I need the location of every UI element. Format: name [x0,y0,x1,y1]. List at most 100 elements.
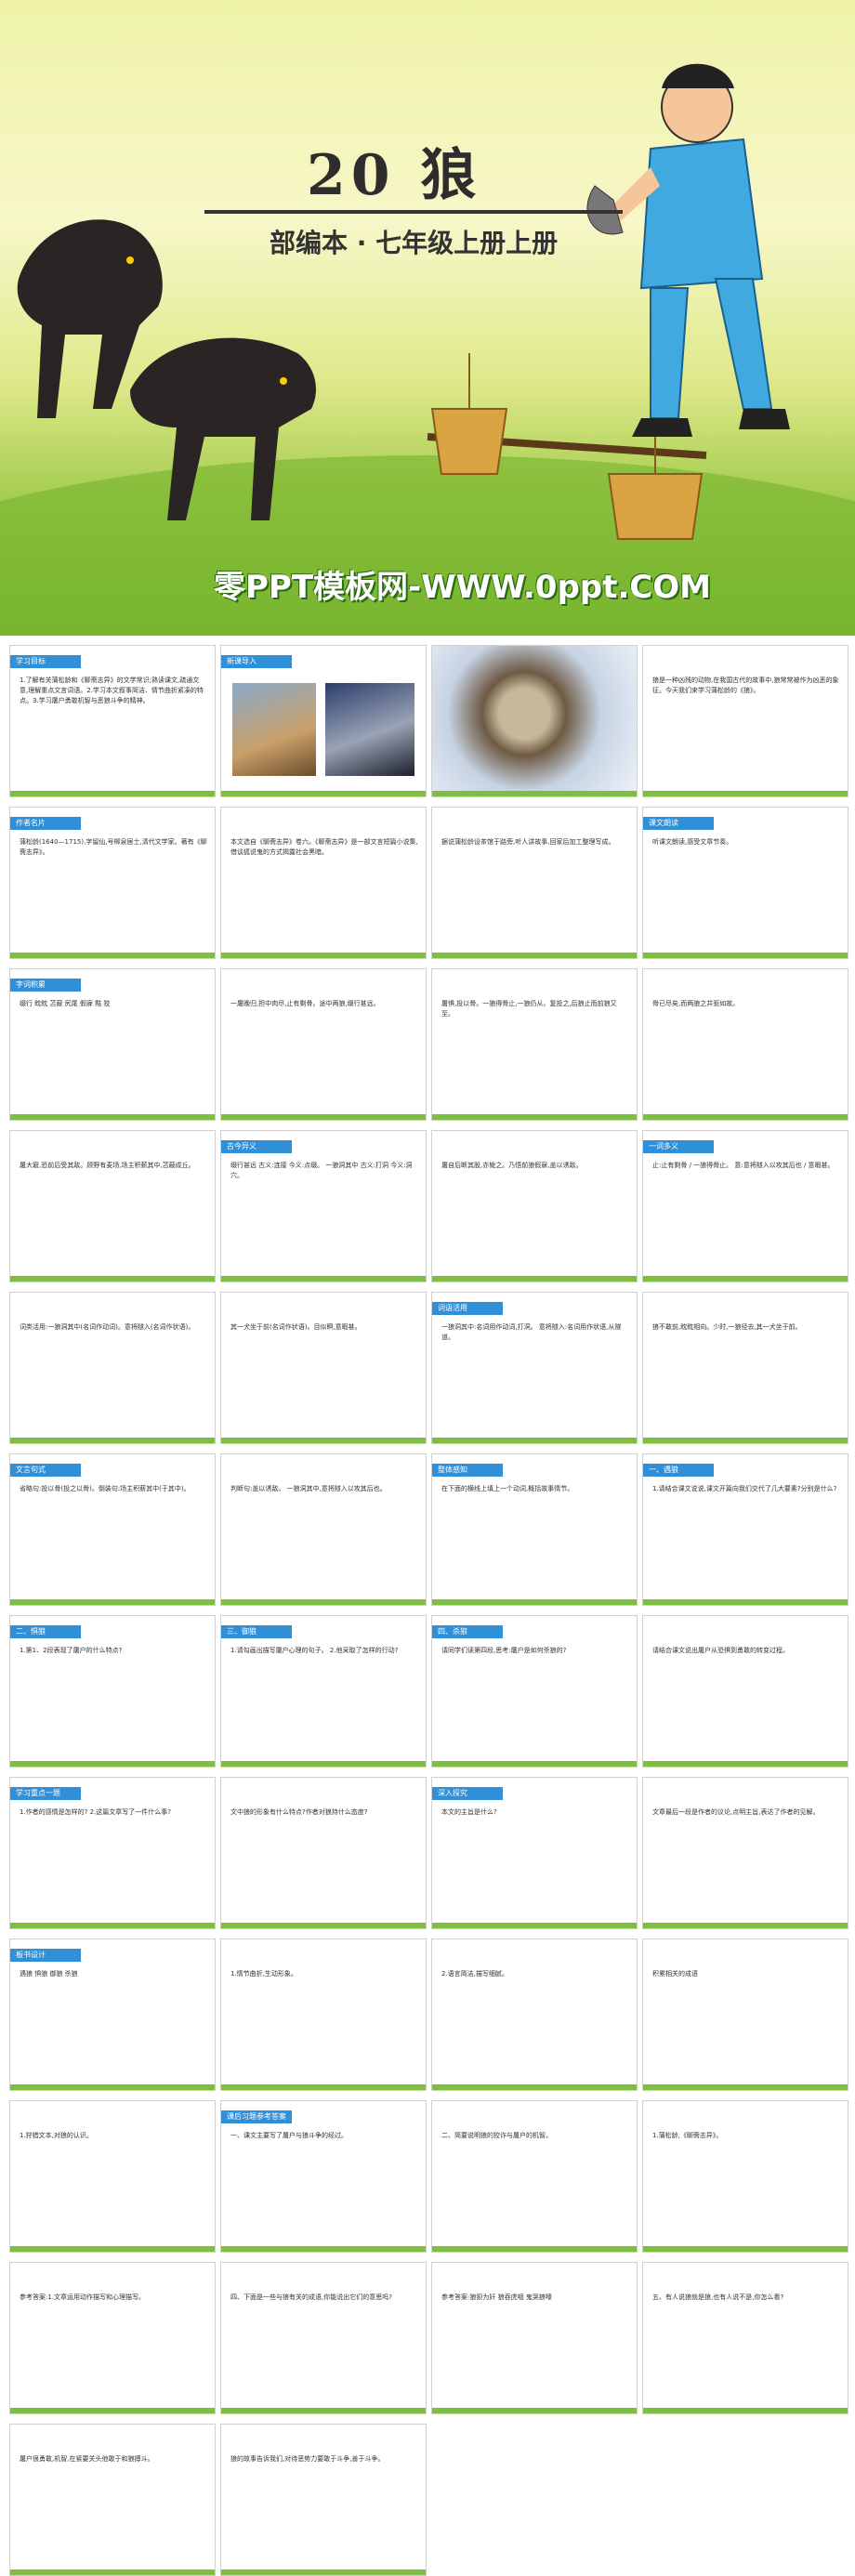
slide-footer-bar [432,2084,637,2090]
slide-thumbnail[interactable]: 本文选自《聊斋志异》卷六。《聊斋志异》是一部文言短篇小说集,借谈狐说鬼的方式揭露… [220,807,427,959]
slide-body-text: 1.情节曲折,生动形象。 [230,1970,297,1978]
slide-body-text: 骨已尽矣,而两狼之并驱如故。 [652,1000,740,1007]
slide-body-text: 止:止有剩骨 / 一狼得骨止。 意:意将隧入以攻其后也 / 意暇甚。 [652,1162,835,1169]
slide-footer-bar [432,1114,637,1120]
slide-thumbnail[interactable]: 积累相关的成语 [642,1939,848,2091]
title-divider [204,210,623,214]
slide-footer-bar [643,1438,848,1443]
slide-footer-bar [221,1438,426,1443]
cover-illustration [0,63,855,636]
slide-footer-bar [10,2408,215,2413]
slide-thumbnail[interactable]: 板书设计 遇狼 惧狼 御狼 杀狼 [9,1939,216,2091]
slide-thumbnail[interactable]: 参考答案:1.文章运用动作描写和心理描写。 [9,2262,216,2414]
slide-body-text: 其一犬坐于前(名词作状语)。目似瞑,意暇甚。 [230,1323,362,1331]
slide-body-text: 一、课文主要写了屠户与狼斗争的经过。 [230,2132,348,2139]
slide-thumbnail[interactable]: 1.蒲松龄,《聊斋志异》。 [642,2100,848,2253]
slide-footer-bar [10,1114,215,1120]
slide-thumbnail[interactable]: 据说蒲松龄设茶馆于路旁,听人讲故事,回家后加工整理写成。 [431,807,638,959]
slide-footer-bar [221,1923,426,1928]
slide-thumbnail[interactable]: 参考答案:狼狈为奸 狼吞虎咽 鬼哭狼嚎 [431,2262,638,2414]
slide-footer-bar [10,791,215,796]
slide-thumbnail[interactable]: 深入探究 本文的主旨是什么? [431,1777,638,1929]
basket-left-icon [430,353,508,475]
slide-header-tag: 整体感知 [432,1464,503,1477]
slide-body-text: 狼的故事告诉我们,对待恶势力要敢于斗争,善于斗争。 [230,2455,385,2463]
slide-footer-bar [643,2084,848,2090]
slide-thumbnail[interactable]: 学习目标 1.了解有关蒲松龄和《聊斋志异》的文学常识;熟读课文,疏通文意,理解重点… [9,645,216,797]
slide-thumbnail[interactable]: 狼不敢前,眈眈相向。少时,一狼径去,其一犬坐于前。 [642,1292,848,1444]
slide-thumbnail[interactable]: 1.情节曲折,生动形象。 [220,1939,427,2091]
slide-header-tag: 文言句式 [10,1464,81,1477]
slide-thumbnail[interactable] [431,645,638,797]
slide-header-tag: 一、遇狼 [643,1464,714,1477]
slide-header-tag: 四、杀狼 [432,1625,503,1638]
slide-thumbnail[interactable]: 五、有人说狼就是狼,也有人说不是,你怎么看? [642,2262,848,2414]
slide-footer-bar [643,1599,848,1605]
slide-body-text: 文章最后一段是作者的议论,点明主旨,表达了作者的见解。 [652,1808,820,1816]
slide-footer-bar [10,2084,215,2090]
slide-thumbnail[interactable]: 四、杀狼 请同学们读第四段,思考:屠户是如何杀狼的? [431,1615,638,1768]
slide-footer-bar [10,2246,215,2252]
slide-thumbnail[interactable]: 屠户很勇敢,机智,在紧要关头他敢于和狼搏斗。 [9,2424,216,2576]
slide-thumbnail[interactable]: 三、御狼 1.请勾画出描写屠户心理的句子。 2.他采取了怎样的行动? [220,1615,427,1768]
slide-thumbnail[interactable]: 一词多义 止:止有剩骨 / 一狼得骨止。 意:意将隧入以攻其后也 / 意暇甚。 [642,1130,848,1282]
slide-thumbnail[interactable]: 判断句:盖以诱敌。 一狼洞其中,意将隧入以攻其后也。 [220,1453,427,1606]
slide-thumbnail[interactable]: 一、遇狼 1.请结合课文说说,课文开篇向我们交代了几大要素?分别是什么? [642,1453,848,1606]
slide-header-tag: 学习重点一题 [10,1787,81,1800]
slide-footer-bar [10,1761,215,1767]
slide-thumbnail[interactable]: 狼是一种凶残的动物,在我国古代的故事中,狼常常被作为凶恶的象征。今天我们来学习蒲… [642,645,848,797]
slide-footer-bar [432,1761,637,1767]
slide-thumbnail[interactable]: 一屠晚归,担中肉尽,止有剩骨。途中两狼,缀行甚远。 [220,968,427,1121]
cover-slide: 20 狼 部编本 · 七年级上册上册 零PPT模板网-WWW.0ppt.COM [0,0,855,636]
slide-footer-bar [643,1114,848,1120]
slide-header-tag: 新课导入 [221,655,292,668]
slide-thumbnail[interactable]: 二、惧狼 1.第1、2段表现了屠户的什么特点? [9,1615,216,1768]
slide-footer-bar [221,1114,426,1120]
slide-thumbnail[interactable]: 新课导入 [220,645,427,797]
slide-body-text: 1.狩猎文本,对狼的认识。 [20,2132,93,2139]
slide-body-text: 1.了解有关蒲松龄和《聊斋志异》的文学常识;熟读课文,疏通文意,理解重点文言词语… [20,677,204,704]
slide-thumbnail[interactable]: 文言句式 省略句:投以骨(投之以骨)。倒装句:场主积薪其中(于其中)。 [9,1453,216,1606]
slide-thumbnail[interactable]: 作者名片 蒲松龄(1640—1715),字留仙,号柳泉居士,清代文学家。著有《聊斋… [9,807,216,959]
slide-thumbnail[interactable]: 狼的故事告诉我们,对待恶势力要敢于斗争,善于斗争。 [220,2424,427,2576]
slide-thumbnail[interactable]: 课后习题参考答案 一、课文主要写了屠户与狼斗争的经过。 [220,2100,427,2253]
slide-thumbnail[interactable]: 字词积累 缀行 眈眈 苫蔽 尻尾 假寐 黠 狡 [9,968,216,1121]
slide-footer-bar [221,1276,426,1281]
slide-thumbnail[interactable]: 课文朗读 听课文朗读,感受文章节奏。 [642,807,848,959]
slide-header-tag: 学习目标 [10,655,81,668]
slide-thumbnail[interactable]: 文章最后一段是作者的议论,点明主旨,表达了作者的见解。 [642,1777,848,1929]
slide-footer-bar [643,953,848,958]
slide-footer-bar [221,2569,426,2575]
slide-thumbnail[interactable]: 古今异义 缀行甚远 古义:连接 今义:点缀。 一狼洞其中 古义:打洞 今义:洞穴。 [220,1130,427,1282]
slide-thumbnail[interactable]: 整体感知 在下面的横线上填上一个动词,概括故事情节。 [431,1453,638,1606]
slide-thumbnail[interactable]: 词类活用:一狼洞其中(名词作动词)。意将隧入(名词作状语)。 [9,1292,216,1444]
slide-thumbnail[interactable]: 二、简要说明狼的狡诈与屠户的机智。 [431,2100,638,2253]
slide-body-text: 狼是一种凶残的动物,在我国古代的故事中,狼常常被作为凶恶的象征。今天我们来学习蒲… [652,677,839,694]
slide-thumbnail[interactable]: 请结合课文说出屠户从恐惧到勇敢的转变过程。 [642,1615,848,1768]
slide-body-text: 积累相关的成语 [652,1970,698,1978]
brand-watermark: 零PPT模板网-WWW.0ppt.COM [214,569,711,606]
slide-thumbnail[interactable]: 屠自后断其股,亦毙之。乃悟前狼假寐,盖以诱敌。 [431,1130,638,1282]
wolf-photo [325,683,414,776]
slide-thumbnail[interactable]: 文中狼的形象有什么特点?作者对狼持什么态度? [220,1777,427,1929]
slide-header-tag: 板书设计 [10,1949,81,1962]
slide-body-text: 文中狼的形象有什么特点?作者对狼持什么态度? [230,1808,368,1816]
slide-body-text: 屠自后断其股,亦毙之。乃悟前狼假寐,盖以诱敌。 [441,1162,583,1169]
slide-thumbnail[interactable]: 2.语言简洁,描写细腻。 [431,1939,638,2091]
slide-footer-bar [432,1276,637,1281]
slide-body-text: 参考答案:狼狈为奸 狼吞虎咽 鬼哭狼嚎 [441,2293,552,2301]
slide-thumbnail[interactable]: 骨已尽矣,而两狼之并驱如故。 [642,968,848,1121]
slide-body-text: 屠惧,投以骨。一狼得骨止,一狼仍从。复投之,后狼止而前狼又至。 [441,1000,617,1018]
slide-header-tag: 字词积累 [10,979,81,992]
slide-thumbnail[interactable]: 学习重点一题 1.作者的感情是怎样的? 2.这篇文章写了一件什么事? [9,1777,216,1929]
slide-body-text: 据说蒲松龄设茶馆于路旁,听人讲故事,回家后加工整理写成。 [441,838,615,846]
slide-thumbnail[interactable]: 词语活用 一狼洞其中:名词用作动词,打洞。 意将隧入:名词用作状语,从隧道。 [431,1292,638,1444]
slide-thumbnail[interactable]: 1.狩猎文本,对狼的认识。 [9,2100,216,2253]
slide-thumbnail[interactable]: 屠大窘,恐前后受其敌。顾野有麦场,场主积薪其中,苫蔽成丘。 [9,1130,216,1282]
slide-footer-bar [221,2084,426,2090]
slide-footer-bar [10,953,215,958]
slide-thumbnail[interactable]: 四、下面是一些与狼有关的成语,你能说出它们的意思吗? [220,2262,427,2414]
slide-footer-bar [432,1438,637,1443]
slide-thumbnail[interactable]: 其一犬坐于前(名词作状语)。目似瞑,意暇甚。 [220,1292,427,1444]
slide-thumbnail[interactable]: 屠惧,投以骨。一狼得骨止,一狼仍从。复投之,后狼止而前狼又至。 [431,968,638,1121]
